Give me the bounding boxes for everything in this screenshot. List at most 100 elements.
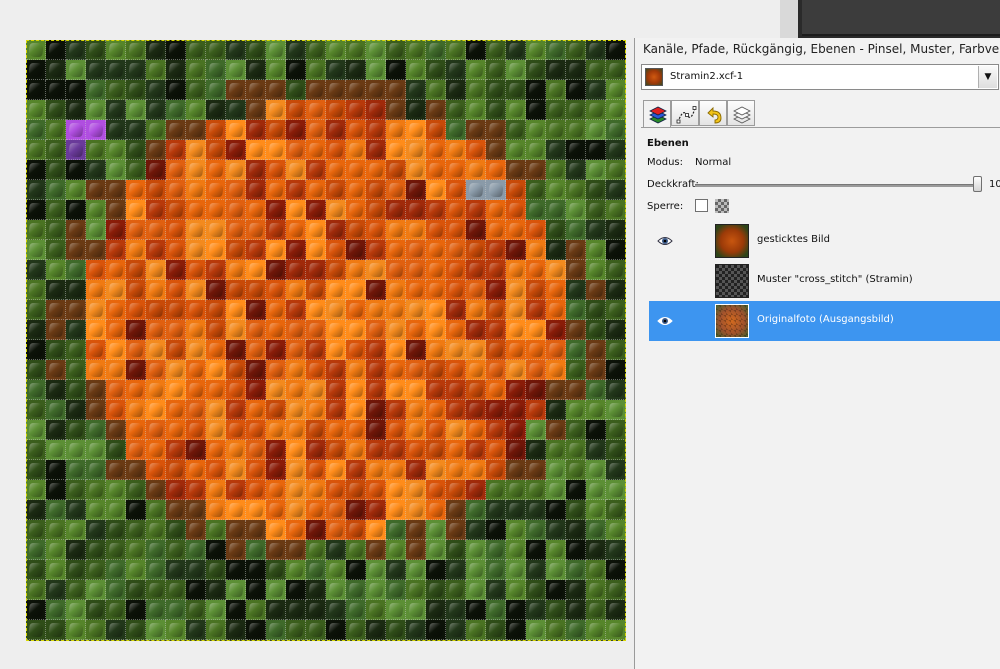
stitch-cell [346, 580, 366, 600]
stitch-cell [586, 400, 606, 420]
stitch-cell [366, 180, 386, 200]
stitch-cell [166, 120, 186, 140]
stitch-cell [286, 320, 306, 340]
stitch-cell [386, 500, 406, 520]
stitch-cell [426, 560, 446, 580]
stitch-cell [506, 460, 526, 480]
chevron-down-icon[interactable]: ▼ [978, 66, 997, 88]
stitch-cell [426, 580, 446, 600]
stitch-cell [606, 560, 626, 580]
stitch-cell [406, 380, 426, 400]
opacity-value[interactable]: 10 [989, 179, 1000, 190]
stitch-cell [226, 260, 246, 280]
stitch-cell [366, 160, 386, 180]
layer-name[interactable]: Originalfoto (Ausgangsbild) [757, 314, 894, 325]
stitch-cell [46, 520, 66, 540]
stitch-cell [166, 500, 186, 520]
layers-tab[interactable] [643, 100, 671, 128]
layer-row-stitched[interactable]: gesticktes Bild [649, 221, 1000, 261]
layer-thumbnail [715, 224, 749, 258]
stitch-cell [406, 400, 426, 420]
stitch-cell [386, 520, 406, 540]
undo-tab[interactable] [699, 100, 727, 126]
stitch-cell [306, 540, 326, 560]
stitch-cell [426, 200, 446, 220]
opacity-slider-handle[interactable] [973, 176, 982, 192]
image-canvas[interactable] [26, 40, 626, 641]
paths-tab[interactable] [671, 100, 699, 126]
eye-icon[interactable] [657, 233, 673, 249]
stitch-cell [466, 460, 486, 480]
stitch-cell [66, 580, 86, 600]
stitch-cell [606, 180, 626, 200]
image-selector[interactable]: Stramin2.xcf-1 ▼ [641, 64, 999, 90]
stitch-cell [486, 120, 506, 140]
stitch-cell [246, 300, 266, 320]
stitch-cell [606, 60, 626, 80]
stitch-cell [206, 240, 226, 260]
stitch-cell [346, 100, 366, 120]
opacity-slider-track[interactable] [695, 184, 981, 187]
stitch-cell [66, 420, 86, 440]
stitch-cell [226, 600, 246, 620]
stitch-cell [426, 140, 446, 160]
stitch-cell [106, 180, 126, 200]
stitch-cell [546, 600, 566, 620]
stitch-cell [506, 340, 526, 360]
stitch-cell [46, 540, 66, 560]
mode-select[interactable]: Normal [695, 157, 731, 168]
stitch-cell [66, 40, 86, 60]
stitch-cell [486, 220, 506, 240]
stitch-cell [566, 60, 586, 80]
stitch-cell [346, 240, 366, 260]
stitch-cell [566, 280, 586, 300]
stitch-cell [106, 580, 126, 600]
image-thumbnail [645, 68, 663, 86]
stitch-cell [146, 260, 166, 280]
stitch-cell [326, 420, 346, 440]
stitch-cell [526, 500, 546, 520]
stitch-cell [586, 240, 606, 260]
stitch-cell [406, 500, 426, 520]
stitch-cell [66, 500, 86, 520]
stitch-cell [466, 320, 486, 340]
stitch-cell [546, 120, 566, 140]
channels-tab[interactable] [727, 100, 755, 126]
stitch-cell [106, 340, 126, 360]
stitch-cell [186, 540, 206, 560]
stitch-cell [346, 120, 366, 140]
lock-alpha-icon[interactable] [715, 199, 729, 213]
stitch-cell [346, 540, 366, 560]
stitch-cell [386, 60, 406, 80]
stitch-cell [226, 620, 246, 640]
stitch-cell [186, 340, 206, 360]
stitch-cell [466, 220, 486, 240]
stitch-cell [246, 460, 266, 480]
layer-row-pattern[interactable]: Muster "cross_stitch" (Stramin) [649, 261, 1000, 301]
layer-row-original[interactable]: Originalfoto (Ausgangsbild) [649, 301, 1000, 341]
stitch-cell [386, 600, 406, 620]
stitch-cell [506, 500, 526, 520]
eye-icon[interactable] [657, 313, 673, 329]
stitch-cell [166, 100, 186, 120]
stitch-cell [506, 360, 526, 380]
stitch-cell [326, 180, 346, 200]
stitch-cell [326, 240, 346, 260]
stitch-cell [266, 40, 286, 60]
stitch-cell [486, 60, 506, 80]
stitch-cell [186, 460, 206, 480]
stitch-cell [426, 380, 446, 400]
stitch-cell [246, 200, 266, 220]
layer-name[interactable]: gesticktes Bild [757, 234, 830, 245]
stitch-cell [506, 540, 526, 560]
stitch-cell [106, 320, 126, 340]
stitch-cell [26, 620, 46, 640]
layer-name[interactable]: Muster "cross_stitch" (Stramin) [757, 274, 913, 285]
stitch-cell [266, 300, 286, 320]
stitch-cell [146, 520, 166, 540]
stitch-cell [406, 260, 426, 280]
stitch-cell [526, 260, 546, 280]
lock-pixels-checkbox[interactable] [695, 199, 708, 212]
stitch-cell [426, 480, 446, 500]
stitch-cell [146, 420, 166, 440]
